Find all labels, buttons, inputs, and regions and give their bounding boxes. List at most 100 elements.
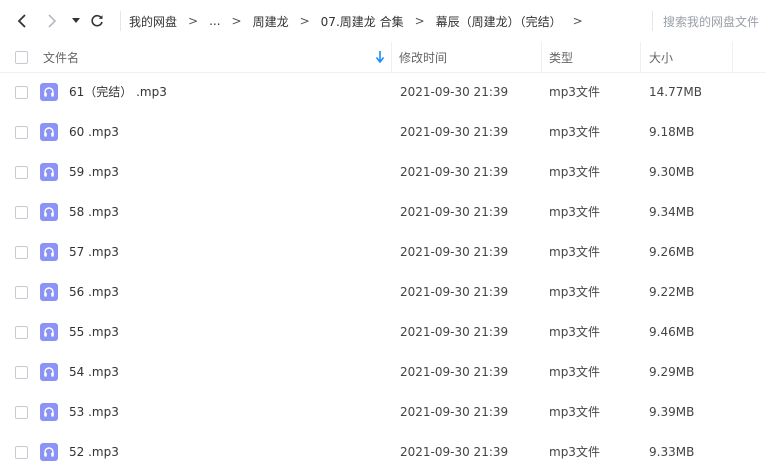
file-type: mp3文件 [549,285,600,299]
file-row[interactable]: 56 .mp3 2021-09-30 21:39 mp3文件 9.22MB [0,272,766,312]
file-type: mp3文件 [549,325,600,339]
audio-file-icon [40,283,58,301]
file-name[interactable]: 52 .mp3 [69,432,119,472]
file-size: 9.29MB [649,365,695,379]
column-header-size-label: 大小 [649,50,674,65]
history-dropdown-button[interactable] [71,11,81,31]
toolbar: 我的网盘 > ... > 周建龙 > 07.周建龙 合集 > 幕辰（周建龙）（完… [0,0,766,43]
file-type: mp3文件 [549,445,600,459]
audio-file-icon [40,323,58,341]
breadcrumb-separator: > [299,14,310,28]
row-checkbox[interactable] [15,326,28,339]
column-divider [732,42,733,72]
file-name[interactable]: 53 .mp3 [69,392,119,432]
file-type: mp3文件 [549,405,600,419]
file-type: mp3文件 [549,165,600,179]
row-checkbox[interactable] [15,126,28,139]
file-name[interactable]: 57 .mp3 [69,232,119,272]
file-size: 9.18MB [649,125,695,139]
file-size: 9.34MB [649,205,695,219]
file-modified: 2021-09-30 21:39 [400,125,509,139]
file-modified: 2021-09-30 21:39 [400,325,509,339]
file-row[interactable]: 58 .mp3 2021-09-30 21:39 mp3文件 9.34MB [0,192,766,232]
file-row[interactable]: 61（完结） .mp3 2021-09-30 21:39 mp3文件 14.77MB [0,72,766,112]
file-name[interactable]: 60 .mp3 [69,112,119,152]
file-modified: 2021-09-30 21:39 [400,85,509,99]
file-size: 9.39MB [649,405,695,419]
file-name[interactable]: 61（完结） .mp3 [69,72,167,112]
file-name[interactable]: 55 .mp3 [69,312,119,352]
file-modified: 2021-09-30 21:39 [400,365,509,379]
refresh-icon [91,14,103,27]
row-checkbox[interactable] [15,406,28,419]
file-modified: 2021-09-30 21:39 [400,165,509,179]
back-button[interactable] [14,11,30,31]
audio-file-icon [40,203,58,221]
column-header-modified[interactable]: 修改时间 [399,42,447,72]
row-checkbox[interactable] [15,166,28,179]
caret-down-icon [72,18,80,23]
file-type: mp3文件 [549,205,600,219]
row-checkbox[interactable] [15,446,28,459]
file-modified: 2021-09-30 21:39 [400,445,509,459]
row-checkbox[interactable] [15,366,28,379]
row-checkbox[interactable] [15,246,28,259]
column-header-type[interactable]: 类型 [549,42,573,72]
sort-button[interactable] [376,42,384,72]
file-size: 9.30MB [649,165,695,179]
forward-button[interactable] [44,11,60,31]
column-divider [640,42,641,72]
breadcrumb-separator: > [231,14,242,28]
breadcrumb-separator: > [414,14,425,28]
breadcrumb-item-ellipsis[interactable]: ... [209,14,220,28]
breadcrumb-item-current-folder[interactable]: 幕辰（周建龙）（完结） [436,13,562,30]
audio-file-icon [40,243,58,261]
row-checkbox[interactable] [15,86,28,99]
refresh-button[interactable] [88,11,106,31]
column-divider [391,42,392,72]
column-header-name[interactable]: 文件名 [43,42,79,72]
file-type: mp3文件 [549,365,600,379]
file-row[interactable]: 55 .mp3 2021-09-30 21:39 mp3文件 9.46MB [0,312,766,352]
file-size: 9.33MB [649,445,695,459]
search-input[interactable]: 搜索我的网盘文件 [652,11,759,31]
file-size: 9.46MB [649,325,695,339]
file-modified: 2021-09-30 21:39 [400,205,509,219]
breadcrumb-item-my-drive[interactable]: 我的网盘 [129,13,177,30]
headphones-icon [44,367,54,377]
file-name[interactable]: 59 .mp3 [69,152,119,192]
column-divider [541,42,542,72]
chevron-left-icon [17,14,26,28]
search-placeholder: 搜索我的网盘文件 [663,14,760,29]
audio-file-icon [40,83,58,101]
file-size: 9.22MB [649,285,695,299]
headphones-icon [44,127,54,137]
file-row[interactable]: 60 .mp3 2021-09-30 21:39 mp3文件 9.18MB [0,112,766,152]
file-row[interactable]: 57 .mp3 2021-09-30 21:39 mp3文件 9.26MB [0,232,766,272]
file-name[interactable]: 54 .mp3 [69,352,119,392]
audio-file-icon [40,363,58,381]
breadcrumb: 我的网盘 > ... > 周建龙 > 07.周建龙 合集 > 幕辰（周建龙）（完… [120,11,594,31]
breadcrumb-separator: > [572,14,583,28]
file-name[interactable]: 56 .mp3 [69,272,119,312]
select-all-checkbox[interactable] [15,51,28,64]
file-row[interactable]: 54 .mp3 2021-09-30 21:39 mp3文件 9.29MB [0,352,766,392]
breadcrumb-separator: > [188,14,199,28]
headphones-icon [44,207,54,217]
file-type: mp3文件 [549,85,600,99]
file-name[interactable]: 58 .mp3 [69,192,119,232]
row-checkbox[interactable] [15,206,28,219]
file-row[interactable]: 59 .mp3 2021-09-30 21:39 mp3文件 9.30MB [0,152,766,192]
arrow-down-icon [376,51,384,63]
audio-file-icon [40,403,58,421]
file-modified: 2021-09-30 21:39 [400,285,509,299]
row-checkbox[interactable] [15,286,28,299]
file-row[interactable]: 52 .mp3 2021-09-30 21:39 mp3文件 9.33MB [0,432,766,472]
breadcrumb-item-collection[interactable]: 07.周建龙 合集 [321,13,404,30]
column-header-size[interactable]: 大小 [649,42,673,72]
file-row[interactable]: 53 .mp3 2021-09-30 21:39 mp3文件 9.39MB [0,392,766,432]
breadcrumb-item-author[interactable]: 周建龙 [253,13,289,30]
file-type: mp3文件 [549,245,600,259]
headphones-icon [44,327,54,337]
column-header-modified-label: 修改时间 [399,50,448,65]
